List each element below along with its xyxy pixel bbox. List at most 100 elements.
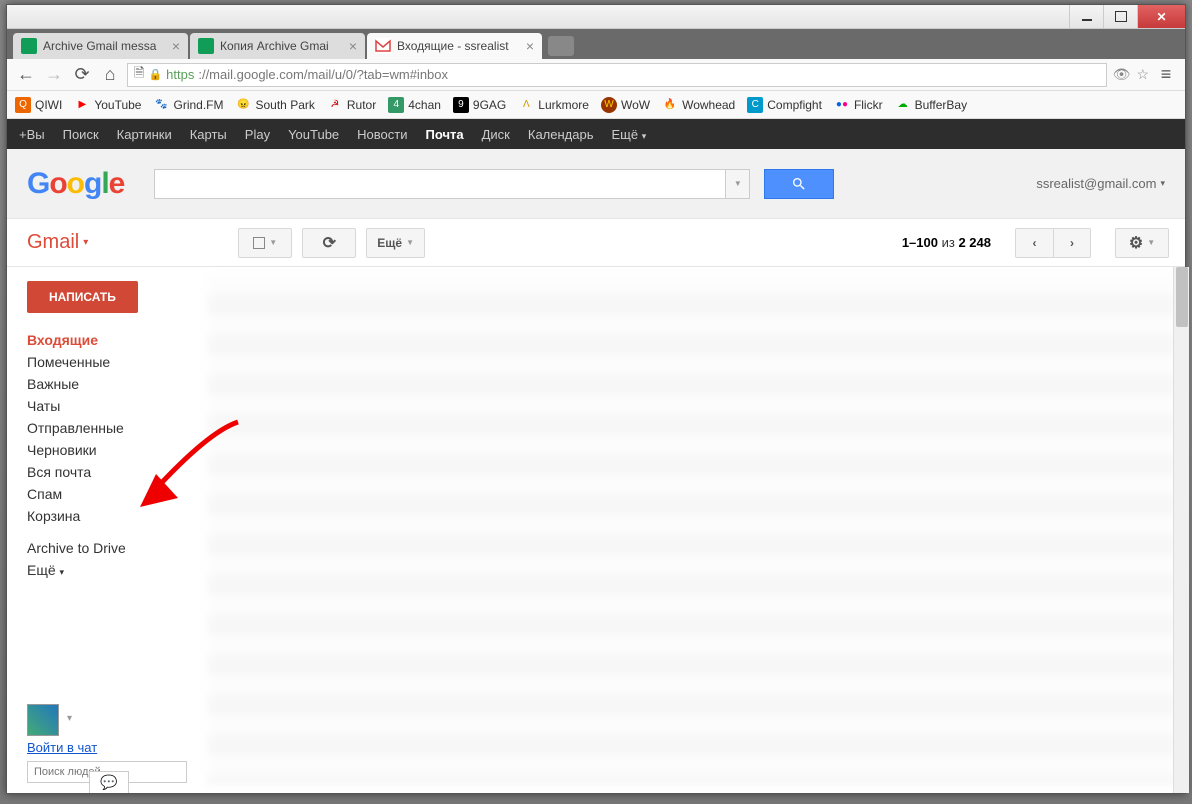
bookmark[interactable]: 🔥Wowhead <box>662 97 735 113</box>
caret-down-icon: ▼ <box>1147 238 1155 247</box>
back-button[interactable]: ← <box>15 64 37 86</box>
home-button[interactable]: ⌂ <box>99 64 121 86</box>
url-bar: ← → ⟳ ⌂ 🗎 🔒 https://mail.google.com/mail… <box>7 59 1185 91</box>
gnav-item-active[interactable]: Почта <box>426 127 464 142</box>
gnav-item[interactable]: Play <box>245 127 270 142</box>
caret-down-icon: ▾ <box>83 237 88 248</box>
bookmark[interactable]: 🐾Grind.FM <box>153 97 223 113</box>
gmail-icon <box>375 38 391 54</box>
bookmark[interactable]: 99GAG <box>453 97 506 113</box>
bookmark[interactable]: ☭Rutor <box>327 97 376 113</box>
bookmark[interactable]: ●●Flickr <box>834 97 883 113</box>
url-actions: 👁 ☆ <box>1113 66 1149 83</box>
gnav-item[interactable]: Диск <box>482 127 510 142</box>
gnav-item[interactable]: Поиск <box>63 127 99 142</box>
tab-title: Archive Gmail messa <box>43 39 166 53</box>
scrollbar[interactable] <box>1173 267 1189 793</box>
bookmark[interactable]: ☁BufferBay <box>895 97 967 113</box>
eye-icon[interactable]: 👁 <box>1113 66 1131 83</box>
window-close-button[interactable] <box>1137 5 1185 28</box>
refresh-button[interactable]: ⟳ <box>302 228 356 258</box>
caret-down-icon: ▼ <box>406 238 414 247</box>
chat-icon: 💬 <box>100 774 117 791</box>
refresh-icon: ⟳ <box>323 233 336 253</box>
titlebar <box>7 5 1185 29</box>
gear-icon: ⚙ <box>1129 233 1143 253</box>
chat-toggle[interactable]: 💬 <box>89 771 129 793</box>
tab-title: Входящие - ssrealist <box>397 39 520 53</box>
bookmark[interactable]: ΛLurkmore <box>518 97 589 113</box>
folder-trash[interactable]: Корзина <box>27 505 197 527</box>
window-maximize-button[interactable] <box>1103 5 1137 28</box>
gnav-item[interactable]: YouTube <box>288 127 339 142</box>
tab-close-icon[interactable]: × <box>172 38 180 54</box>
folder-sent[interactable]: Отправленные <box>27 417 197 439</box>
gnav-item-more[interactable]: Ещё ▾ <box>612 127 647 142</box>
tab-strip: Archive Gmail messa × Копия Archive Gmai… <box>7 29 1185 59</box>
file-icon: 🗎 <box>134 64 144 86</box>
reload-button[interactable]: ⟳ <box>71 64 93 86</box>
settings-button[interactable]: ⚙ ▼ <box>1115 228 1169 258</box>
url-input[interactable]: 🗎 🔒 https://mail.google.com/mail/u/0/?ta… <box>127 63 1107 87</box>
folder-spam[interactable]: Спам <box>27 483 197 505</box>
bookmark[interactable]: CCompfight <box>747 97 822 113</box>
chat-signin-link[interactable]: Войти в чат <box>27 740 197 755</box>
forward-button[interactable]: → <box>43 64 65 86</box>
user-account[interactable]: ssrealist@gmail.com ▾ <box>1036 176 1165 191</box>
search-button[interactable] <box>764 169 834 199</box>
caret-down-icon: ▾ <box>1160 178 1165 189</box>
new-tab-button[interactable] <box>548 36 574 56</box>
google-nav: +Вы Поиск Картинки Карты Play YouTube Но… <box>7 119 1185 149</box>
chevron-left-icon: ‹ <box>1033 236 1037 250</box>
bookmark[interactable]: 44chan <box>388 97 441 113</box>
gmail-body: НАПИСАТЬ Входящие Помеченные Важные Чаты… <box>7 267 1185 793</box>
folder-drafts[interactable]: Черновики <box>27 439 197 461</box>
url-host: ://mail.google.com/mail/u/0/?tab=wm#inbo… <box>198 67 448 82</box>
tab-close-icon[interactable]: × <box>349 38 357 54</box>
select-checkbox-button[interactable]: ▼ <box>238 228 292 258</box>
menu-button[interactable]: ≡ <box>1155 64 1177 86</box>
bookmark[interactable]: WWoW <box>601 97 650 113</box>
gmail-toolbar: Gmail ▾ ▼ ⟳ Ещё ▼ 1–100 из 2 248 ‹ › ⚙ ▼ <box>7 219 1185 267</box>
gnav-item[interactable]: Новости <box>357 127 407 142</box>
sidebar: НАПИСАТЬ Входящие Помеченные Важные Чаты… <box>7 267 207 793</box>
folder-archive-to-drive[interactable]: Archive to Drive <box>27 537 197 559</box>
gnav-item[interactable]: Карты <box>190 127 227 142</box>
scrollbar-thumb[interactable] <box>1176 267 1188 327</box>
sheets-icon <box>198 38 214 54</box>
folder-more[interactable]: Ещё ▾ <box>27 559 197 581</box>
search-dropdown[interactable]: ▼ <box>726 169 750 199</box>
bookmark[interactable]: 😠South Park <box>236 97 315 113</box>
gmail-label[interactable]: Gmail ▾ <box>27 231 88 254</box>
star-icon[interactable]: ☆ <box>1136 66 1149 83</box>
browser-tab[interactable]: Копия Archive Gmai × <box>190 33 365 59</box>
gnav-item[interactable]: Календарь <box>528 127 594 142</box>
folder-chats[interactable]: Чаты <box>27 395 197 417</box>
search-input[interactable] <box>154 169 726 199</box>
next-page-button[interactable]: › <box>1053 228 1091 258</box>
bookmark[interactable]: QQIWI <box>15 97 62 113</box>
window-minimize-button[interactable] <box>1069 5 1103 28</box>
prev-page-button[interactable]: ‹ <box>1015 228 1053 258</box>
avatar[interactable] <box>27 704 59 736</box>
folder-inbox[interactable]: Входящие <box>27 329 197 351</box>
chevron-right-icon: › <box>1070 236 1074 250</box>
compose-button[interactable]: НАПИСАТЬ <box>27 281 138 313</box>
url-protocol: https <box>166 67 194 82</box>
bookmark[interactable]: ▶YouTube <box>74 97 141 113</box>
tab-close-icon[interactable]: × <box>526 38 534 54</box>
more-button[interactable]: Ещё ▼ <box>366 228 425 258</box>
folder-allmail[interactable]: Вся почта <box>27 461 197 483</box>
google-logo: Google <box>27 167 124 201</box>
folder-important[interactable]: Важные <box>27 373 197 395</box>
browser-tab-active[interactable]: Входящие - ssrealist × <box>367 33 542 59</box>
caret-down-icon: ▾ <box>642 131 647 141</box>
message-list <box>207 267 1185 793</box>
browser-tab[interactable]: Archive Gmail messa × <box>13 33 188 59</box>
gnav-item[interactable]: Картинки <box>117 127 172 142</box>
caret-down-icon: ▾ <box>60 567 65 577</box>
gnav-item[interactable]: +Вы <box>19 127 45 142</box>
folder-starred[interactable]: Помеченные <box>27 351 197 373</box>
checkbox-icon <box>253 237 265 249</box>
bookmarks-bar: QQIWI ▶YouTube 🐾Grind.FM 😠South Park ☭Ru… <box>7 91 1185 119</box>
